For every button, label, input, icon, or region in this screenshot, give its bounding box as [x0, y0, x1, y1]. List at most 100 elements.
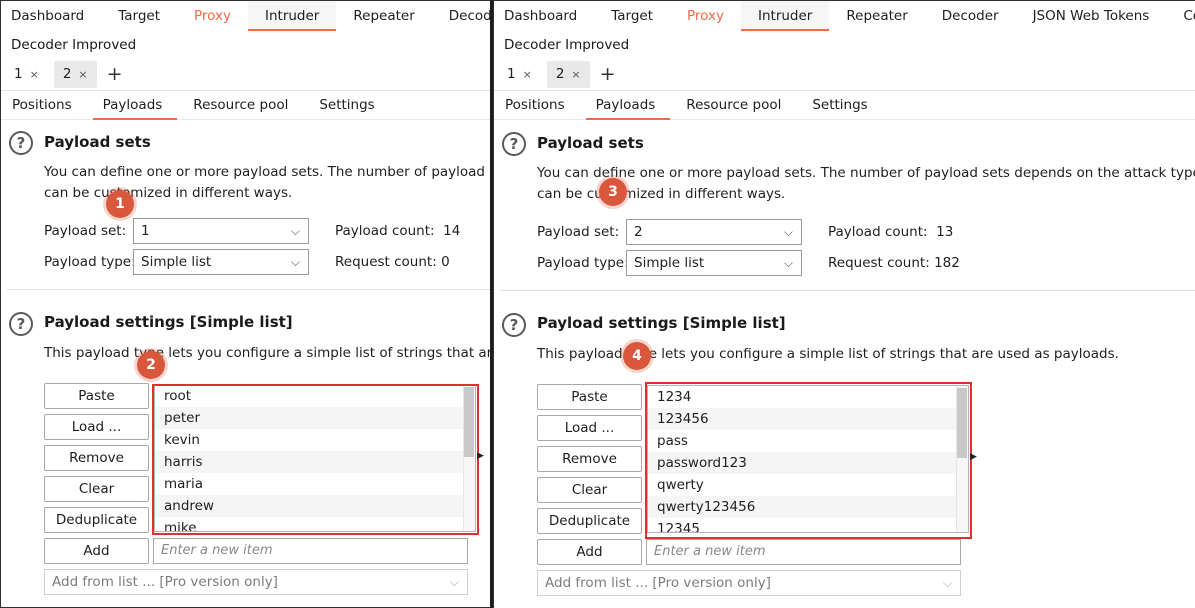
add-from-list-value: Add from list ... [Pro version only] [545, 575, 771, 591]
help-icon[interactable]: ? [9, 131, 33, 155]
instance-tab-label: 2 [555, 66, 565, 82]
instance-tab-1[interactable]: 1 × [498, 61, 541, 88]
payload-sets-description-2: can be customized in different ways. [44, 185, 293, 201]
tab-payloads[interactable]: Payloads [92, 97, 178, 120]
tab-decoder-improved[interactable]: Decoder Improved [494, 31, 1195, 59]
paste-button[interactable]: Paste [537, 384, 642, 410]
deduplicate-button[interactable]: Deduplicate [44, 507, 149, 533]
clear-button[interactable]: Clear [537, 477, 642, 503]
payload-type-label: Payload type: [44, 254, 136, 270]
close-icon[interactable]: × [571, 68, 580, 81]
section-divider [7, 289, 490, 290]
payload-set-label: Payload set: [44, 223, 127, 239]
right-burp-window: Dashboard Target Proxy Intruder Repeater… [493, 0, 1195, 608]
add-tab-icon[interactable]: + [107, 61, 123, 88]
tab-positions[interactable]: Positions [2, 97, 87, 119]
help-icon[interactable]: ? [502, 313, 526, 337]
tab-intruder[interactable]: Intruder [741, 1, 830, 31]
payload-count-label-text: Payload count: [828, 224, 928, 240]
tab-decoder[interactable]: Decoder [432, 1, 490, 31]
tab-resource-pool[interactable]: Resource pool [676, 97, 796, 119]
tab-target[interactable]: Target [101, 1, 177, 31]
payload-count-label: Payload count: 13 [828, 224, 953, 240]
tab-repeater[interactable]: Repeater [829, 1, 924, 31]
remove-button[interactable]: Remove [44, 445, 149, 471]
close-icon[interactable]: × [78, 68, 87, 81]
resize-arrow-icon[interactable]: ▶ [477, 451, 484, 461]
payload-set-select[interactable]: 1 ⌵ [133, 218, 309, 244]
clear-button[interactable]: Clear [44, 476, 149, 502]
payload-settings-title: Payload settings [Simple list] [44, 313, 293, 331]
tab-intruder[interactable]: Intruder [248, 1, 337, 31]
add-button[interactable]: Add [44, 538, 149, 564]
highlight-box [152, 384, 479, 535]
highlight-box [645, 382, 972, 539]
add-tab-icon[interactable]: + [600, 61, 616, 88]
payload-settings-title: Payload settings [Simple list] [537, 314, 786, 332]
tab-decoder-improved[interactable]: Decoder Improved [1, 31, 490, 59]
intruder-instance-tabs: 1 × 2 × + [1, 59, 490, 91]
instance-tab-2[interactable]: 2 × [546, 61, 590, 88]
request-count-value: 182 [934, 255, 960, 271]
payload-set-value: 1 [141, 223, 150, 239]
intruder-sub-tabs: Positions Payloads Resource pool Setting… [494, 91, 1195, 120]
step-badge-4: 4 [623, 342, 651, 370]
tab-settings[interactable]: Settings [802, 97, 882, 119]
request-count-value: 0 [441, 254, 450, 270]
new-item-input[interactable]: Enter a new item [646, 539, 961, 565]
chevron-down-icon: ⌵ [783, 256, 793, 270]
payload-type-label: Payload type: [537, 255, 629, 271]
tab-settings[interactable]: Settings [309, 97, 389, 119]
deduplicate-button[interactable]: Deduplicate [537, 508, 642, 534]
section-divider [500, 290, 1195, 291]
tool-tab-bar: Dashboard Target Proxy Intruder Repeater… [494, 1, 1195, 31]
payload-count-value: 14 [443, 223, 461, 239]
payload-type-value: Simple list [141, 254, 212, 270]
instance-tab-1[interactable]: 1 × [5, 61, 48, 88]
tab-target[interactable]: Target [594, 1, 670, 31]
chevron-down-icon: ⌵ [290, 224, 300, 238]
close-icon[interactable]: × [30, 68, 39, 81]
add-from-list-select: Add from list ... [Pro version only] ⌵ [44, 569, 468, 595]
load-button[interactable]: Load ... [537, 415, 642, 441]
chevron-down-icon: ⌵ [449, 575, 459, 589]
load-button[interactable]: Load ... [44, 414, 149, 440]
tab-resource-pool[interactable]: Resource pool [183, 97, 303, 119]
tab-dashboard[interactable]: Dashboard [1, 1, 101, 31]
tab-proxy[interactable]: Proxy [177, 1, 248, 31]
tab-payloads[interactable]: Payloads [585, 97, 671, 120]
chevron-down-icon: ⌵ [942, 576, 952, 590]
tab-proxy[interactable]: Proxy [670, 1, 741, 31]
instance-tab-label: 1 [14, 66, 23, 82]
resize-arrow-icon[interactable]: ▶ [970, 452, 977, 462]
tab-collaborator[interactable]: Coll [1166, 1, 1195, 31]
remove-button[interactable]: Remove [537, 446, 642, 472]
payload-sets-title: Payload sets [537, 134, 644, 152]
help-icon[interactable]: ? [9, 312, 33, 336]
chevron-down-icon: ⌵ [783, 225, 793, 239]
tab-dashboard[interactable]: Dashboard [494, 1, 594, 31]
request-count-label-text: Request count: [828, 255, 930, 271]
close-icon[interactable]: × [523, 68, 532, 81]
payload-type-select[interactable]: Simple list ⌵ [626, 250, 802, 276]
help-icon[interactable]: ? [502, 132, 526, 156]
tab-repeater[interactable]: Repeater [336, 1, 431, 31]
request-count-label-text: Request count: [335, 254, 437, 270]
tab-json-web-tokens[interactable]: JSON Web Tokens [1016, 1, 1167, 31]
tab-positions[interactable]: Positions [495, 97, 580, 119]
new-item-input[interactable]: Enter a new item [153, 538, 468, 564]
tab-decoder[interactable]: Decoder [925, 1, 1016, 31]
payload-type-select[interactable]: Simple list ⌵ [133, 249, 309, 275]
intruder-sub-tabs: Positions Payloads Resource pool Setting… [1, 91, 490, 120]
payload-set-label: Payload set: [537, 224, 620, 240]
payload-set-select[interactable]: 2 ⌵ [626, 219, 802, 245]
payload-count-label: Payload count: 14 [335, 223, 460, 239]
payload-count-label-text: Payload count: [335, 223, 435, 239]
add-button[interactable]: Add [537, 539, 642, 565]
instance-tab-label: 2 [62, 66, 72, 82]
instance-tab-2[interactable]: 2 × [53, 61, 97, 88]
request-count-label: Request count: 182 [828, 255, 960, 271]
add-from-list-select: Add from list ... [Pro version only] ⌵ [537, 570, 961, 596]
paste-button[interactable]: Paste [44, 383, 149, 409]
payload-count-value: 13 [936, 224, 954, 240]
